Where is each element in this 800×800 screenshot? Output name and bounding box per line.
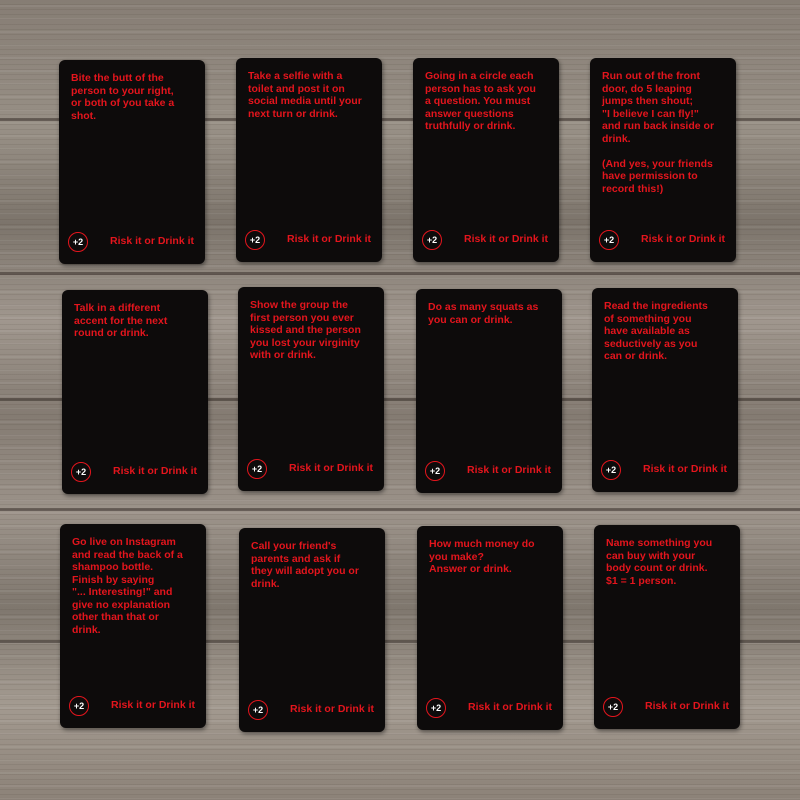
game-card[interactable]: Do as many squats as you can or drink. +… <box>416 289 562 493</box>
card-footer: +2 Risk it or Drink it <box>248 700 376 720</box>
card-brand: Risk it or Drink it <box>286 233 371 245</box>
card-footer: +2 Risk it or Drink it <box>425 461 553 481</box>
game-card[interactable]: How much money do you make? Answer or dr… <box>417 526 563 730</box>
card-brand: Risk it or Drink it <box>644 700 729 712</box>
table-plank-seam <box>0 272 800 275</box>
card-footer: +2 Risk it or Drink it <box>426 698 554 718</box>
card-footer: +2 Risk it or Drink it <box>603 697 731 717</box>
card-brand: Risk it or Drink it <box>110 699 195 711</box>
plus-two-badge-icon: +2 <box>422 230 442 250</box>
game-card[interactable]: Read the ingredients of something you ha… <box>592 288 738 492</box>
card-brand: Risk it or Drink it <box>288 462 373 474</box>
plus-two-badge-icon: +2 <box>68 232 88 252</box>
plus-two-badge-icon: +2 <box>247 459 267 479</box>
game-card[interactable]: Call your friend's parents and ask if th… <box>239 528 385 732</box>
game-card[interactable]: Bite the butt of the person to your righ… <box>59 60 205 264</box>
plus-two-badge-icon: +2 <box>426 698 446 718</box>
game-card[interactable]: Run out of the front door, do 5 leaping … <box>590 58 736 262</box>
game-card[interactable]: Talk in a different accent for the next … <box>62 290 208 494</box>
card-prompt: Going in a circle each person has to ask… <box>425 70 536 132</box>
card-brand: Risk it or Drink it <box>112 465 197 477</box>
card-footer: +2 Risk it or Drink it <box>69 696 197 716</box>
plus-two-badge-icon: +2 <box>425 461 445 481</box>
card-prompt: Show the group the first person you ever… <box>250 299 361 361</box>
card-brand: Risk it or Drink it <box>642 463 727 475</box>
card-prompt: Go live on Instagram and read the back o… <box>72 536 183 636</box>
card-footer: +2 Risk it or Drink it <box>601 460 729 480</box>
card-footer: +2 Risk it or Drink it <box>71 462 199 482</box>
game-card[interactable]: Take a selfie with a toilet and post it … <box>236 58 382 262</box>
card-brand: Risk it or Drink it <box>467 701 552 713</box>
card-brand: Risk it or Drink it <box>463 233 548 245</box>
card-prompt: Do as many squats as you can or drink. <box>428 301 539 326</box>
table-plank-seam <box>0 508 800 511</box>
card-footer: +2 Risk it or Drink it <box>68 232 196 252</box>
card-prompt: Talk in a different accent for the next … <box>74 302 168 339</box>
card-footer: +2 Risk it or Drink it <box>245 230 373 250</box>
card-footer: +2 Risk it or Drink it <box>599 230 727 250</box>
card-brand: Risk it or Drink it <box>466 464 551 476</box>
card-footer: +2 Risk it or Drink it <box>422 230 550 250</box>
card-brand: Risk it or Drink it <box>109 235 194 247</box>
card-prompt: Call your friend's parents and ask if th… <box>251 540 359 590</box>
card-prompt: Bite the butt of the person to your righ… <box>71 72 175 122</box>
plus-two-badge-icon: +2 <box>248 700 268 720</box>
card-prompt: Run out of the front door, do 5 leaping … <box>602 70 715 195</box>
game-card[interactable]: Go live on Instagram and read the back o… <box>60 524 206 728</box>
plus-two-badge-icon: +2 <box>603 697 623 717</box>
card-footer: +2 Risk it or Drink it <box>247 459 375 479</box>
card-brand: Risk it or Drink it <box>640 233 725 245</box>
plus-two-badge-icon: +2 <box>71 462 91 482</box>
plus-two-badge-icon: +2 <box>69 696 89 716</box>
plus-two-badge-icon: +2 <box>245 230 265 250</box>
card-prompt: How much money do you make? Answer or dr… <box>429 538 535 575</box>
game-card[interactable]: Going in a circle each person has to ask… <box>413 58 559 262</box>
card-brand: Risk it or Drink it <box>289 703 374 715</box>
card-prompt: Name something you can buy with your bod… <box>606 537 713 587</box>
plus-two-badge-icon: +2 <box>601 460 621 480</box>
game-card[interactable]: Name something you can buy with your bod… <box>594 525 740 729</box>
plus-two-badge-icon: +2 <box>599 230 619 250</box>
card-prompt: Read the ingredients of something you ha… <box>604 300 708 362</box>
game-card[interactable]: Show the group the first person you ever… <box>238 287 384 491</box>
card-prompt: Take a selfie with a toilet and post it … <box>248 70 362 120</box>
